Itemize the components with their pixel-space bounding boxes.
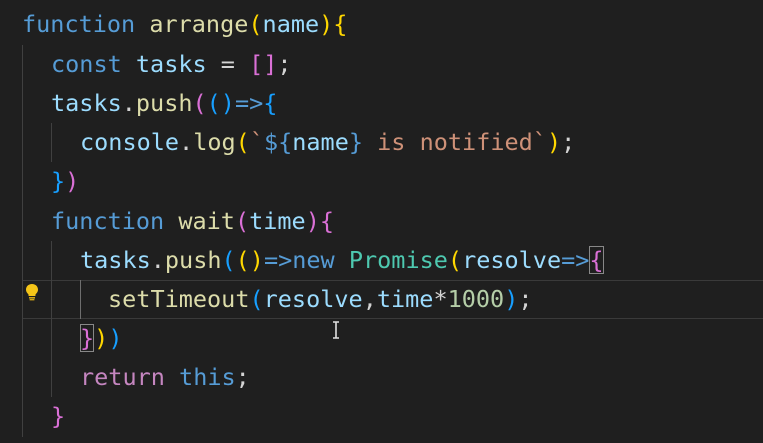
indent-guide-level-1 xyxy=(22,45,23,437)
method: push xyxy=(164,246,222,274)
code-line-10[interactable]: return this; xyxy=(80,358,250,397)
semicolon: ; xyxy=(518,285,533,313)
code-line-7[interactable]: tasks.push(()=>new Promise(resolve=>{ xyxy=(80,241,604,280)
operator: = xyxy=(206,50,250,78)
dot: . xyxy=(121,89,136,117)
indent-guide-level-2b xyxy=(51,241,52,397)
paren: ) xyxy=(108,324,123,352)
brace: { xyxy=(319,207,334,235)
string: is notified xyxy=(363,128,533,156)
paren: ) xyxy=(504,285,519,313)
code-editor[interactable]: function arrange(name){ const tasks = []… xyxy=(0,0,763,443)
brace: } xyxy=(80,324,95,352)
function-name: arrange xyxy=(149,10,249,38)
paren: ( xyxy=(248,10,263,38)
brace: } xyxy=(51,167,66,195)
template-variable: name xyxy=(292,128,349,156)
paren: ( xyxy=(249,285,264,313)
parameter: resolve xyxy=(462,246,562,274)
argument: time xyxy=(376,285,434,313)
keyword: new xyxy=(292,246,335,274)
dot: . xyxy=(150,246,165,274)
parameter: name xyxy=(262,10,320,38)
method: log xyxy=(193,128,236,156)
this-keyword: this xyxy=(179,363,236,391)
object: tasks xyxy=(51,89,122,117)
code-line-8[interactable]: setTimeout(resolve,time*1000); xyxy=(108,280,533,319)
object: console xyxy=(80,128,180,156)
lightbulb-icon[interactable] xyxy=(25,283,39,301)
variable: tasks xyxy=(135,50,207,78)
text-cursor-icon xyxy=(333,321,339,339)
code-line-5[interactable]: }) xyxy=(51,162,79,201)
brace: } xyxy=(51,402,66,430)
class-name: Promise xyxy=(348,246,448,274)
function-name: wait xyxy=(178,207,235,235)
brace: { xyxy=(263,89,278,117)
keyword: function xyxy=(22,10,136,38)
paren: ( xyxy=(447,246,463,274)
code-line-3[interactable]: tasks.push(()=>{ xyxy=(51,84,277,123)
keyword: const xyxy=(51,50,122,78)
brace: { xyxy=(589,246,604,274)
bracket: [] xyxy=(249,50,278,78)
arrow: => xyxy=(561,246,590,274)
semicolon: ; xyxy=(561,128,576,156)
template-tick: ` xyxy=(532,128,547,156)
code-line-11[interactable]: } xyxy=(51,397,65,436)
method: push xyxy=(135,89,193,117)
argument: resolve xyxy=(263,285,363,313)
indent-guide-level-2a xyxy=(51,123,52,162)
operator: * xyxy=(433,285,448,313)
arrow: => xyxy=(234,89,264,117)
paren: ( xyxy=(221,246,236,274)
function-call: setTimeout xyxy=(108,285,250,313)
code-line-2[interactable]: const tasks = []; xyxy=(51,45,292,84)
template-close: } xyxy=(348,128,364,156)
semicolon: ; xyxy=(277,50,292,78)
template-tick: ` xyxy=(249,128,264,156)
code-line-6[interactable]: function wait(time){ xyxy=(51,202,334,241)
paren: ( xyxy=(234,207,250,235)
paren: ) xyxy=(305,207,320,235)
paren: () xyxy=(206,89,235,117)
paren: () xyxy=(235,246,264,274)
code-line-1[interactable]: function arrange(name){ xyxy=(22,5,347,44)
code-line-4[interactable]: console.log(`${name} is notified`); xyxy=(80,123,575,162)
paren: ) xyxy=(546,128,562,156)
number: 1000 xyxy=(447,285,505,313)
paren: ( xyxy=(235,128,250,156)
keyword: return xyxy=(80,363,165,391)
comma: , xyxy=(362,285,377,313)
semicolon: ; xyxy=(235,363,250,391)
object: tasks xyxy=(80,246,151,274)
brace: { xyxy=(333,10,348,38)
parameter: time xyxy=(249,207,306,235)
arrow: => xyxy=(263,246,293,274)
paren: ) xyxy=(319,10,334,38)
dot: . xyxy=(179,128,194,156)
keyword: function xyxy=(51,207,165,235)
paren: ( xyxy=(192,89,207,117)
indent-guide-level-3 xyxy=(80,280,81,319)
template-open: ${ xyxy=(263,128,293,156)
code-line-9[interactable]: })) xyxy=(80,319,122,358)
paren: ) xyxy=(65,167,80,195)
paren: ) xyxy=(94,324,109,352)
